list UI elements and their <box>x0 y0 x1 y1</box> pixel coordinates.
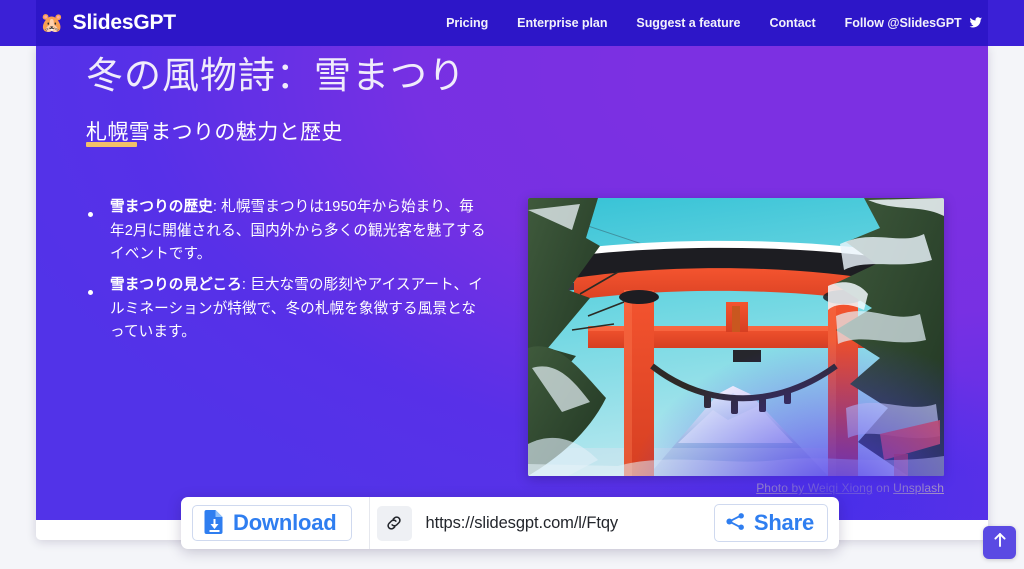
bullet-separator: : <box>212 199 222 215</box>
twitter-bird-icon <box>969 17 982 31</box>
slide-subtitle: 札幌雪まつりの魅力と歴史 <box>86 121 343 144</box>
nav-link-follow-twitter[interactable]: Follow @SlidesGPT <box>845 16 982 30</box>
nav-link-enterprise-plan[interactable]: Enterprise plan <box>517 16 607 30</box>
brand-name: SlidesGPT <box>72 11 176 34</box>
nav-link-follow-label: Follow @SlidesGPT <box>844 16 962 30</box>
photo-credit-prefix: Photo by <box>756 481 805 495</box>
share-button[interactable]: Share <box>713 504 828 542</box>
photo-credit-author: Weiqi Xiong <box>807 481 873 495</box>
bullet-marker-icon <box>88 274 110 300</box>
photo-credit: Photo by Weiqi Xiong on Unsplash <box>528 481 944 495</box>
slide-bullet-list: 雪まつりの歴史: 札幌雪まつりは1950年から始まり、毎年2月に開催される、国内… <box>88 196 488 352</box>
bullet-marker-icon <box>88 196 110 222</box>
download-button[interactable]: Download <box>192 505 352 541</box>
share-button-label: Share <box>753 510 814 535</box>
hamster-face-emoji-icon: 🐹 <box>40 12 64 34</box>
photo-credit-source-link[interactable]: Unsplash <box>893 481 944 495</box>
photo-credit-on: on <box>876 481 890 495</box>
share-url-field[interactable]: https://slidesgpt.com/l/Ftqy <box>370 497 714 549</box>
bullet-separator: : <box>241 276 251 293</box>
brand-logo-link[interactable]: 🐹 SlidesGPT <box>40 11 176 35</box>
primary-nav: Pricing Enterprise plan Suggest a featur… <box>446 16 988 30</box>
file-download-icon <box>204 509 225 537</box>
bullet-lead: 雪まつりの歴史 <box>110 199 213 215</box>
download-button-label: Download <box>233 510 337 535</box>
share-action-bar: Download https://slidesgpt.com/l/Ftqy Sh… <box>181 497 839 549</box>
bullet-lead: 雪まつりの見どころ <box>110 276 242 293</box>
chain-link-icon[interactable] <box>376 505 412 541</box>
share-nodes-icon <box>725 511 746 535</box>
photo-credit-author-link[interactable]: Photo by Weiqi Xiong <box>756 481 873 495</box>
scroll-to-top-button[interactable] <box>983 526 1016 559</box>
bullet-item: 雪まつりの歴史: 札幌雪まつりは1950年から始まり、毎年2月に開催される、国内… <box>88 196 488 267</box>
nav-link-pricing[interactable]: Pricing <box>446 16 488 30</box>
nav-link-suggest-a-feature[interactable]: Suggest a feature <box>636 16 740 30</box>
slide-photo <box>528 198 944 476</box>
bullet-item: 雪まつりの見どころ: 巨大な雪の彫刻やアイスアート、イルミネーションが特徴で、冬… <box>88 274 488 345</box>
top-navigation-bar: 🐹 SlidesGPT Pricing Enterprise plan Sugg… <box>0 0 1024 46</box>
top-navigation-inner: 🐹 SlidesGPT Pricing Enterprise plan Sugg… <box>36 0 988 46</box>
arrow-up-icon <box>993 532 1007 553</box>
slide-preview-card[interactable]: 冬の風物詩：雪まつり 札幌雪まつりの魅力と歴史 雪まつりの歴史: 札幌雪まつりは… <box>36 46 988 540</box>
share-url-text[interactable]: https://slidesgpt.com/l/Ftqy <box>426 514 619 533</box>
bullet-text: 雪まつりの歴史: 札幌雪まつりは1950年から始まり、毎年2月に開催される、国内… <box>110 196 488 267</box>
slide-canvas: 冬の風物詩：雪まつり 札幌雪まつりの魅力と歴史 雪まつりの歴史: 札幌雪まつりは… <box>36 46 988 520</box>
nav-link-contact[interactable]: Contact <box>769 16 815 30</box>
bullet-text: 雪まつりの見どころ: 巨大な雪の彫刻やアイスアート、イルミネーションが特徴で、冬… <box>110 274 488 345</box>
slide-title: 冬の風物詩：雪まつり <box>86 56 466 97</box>
